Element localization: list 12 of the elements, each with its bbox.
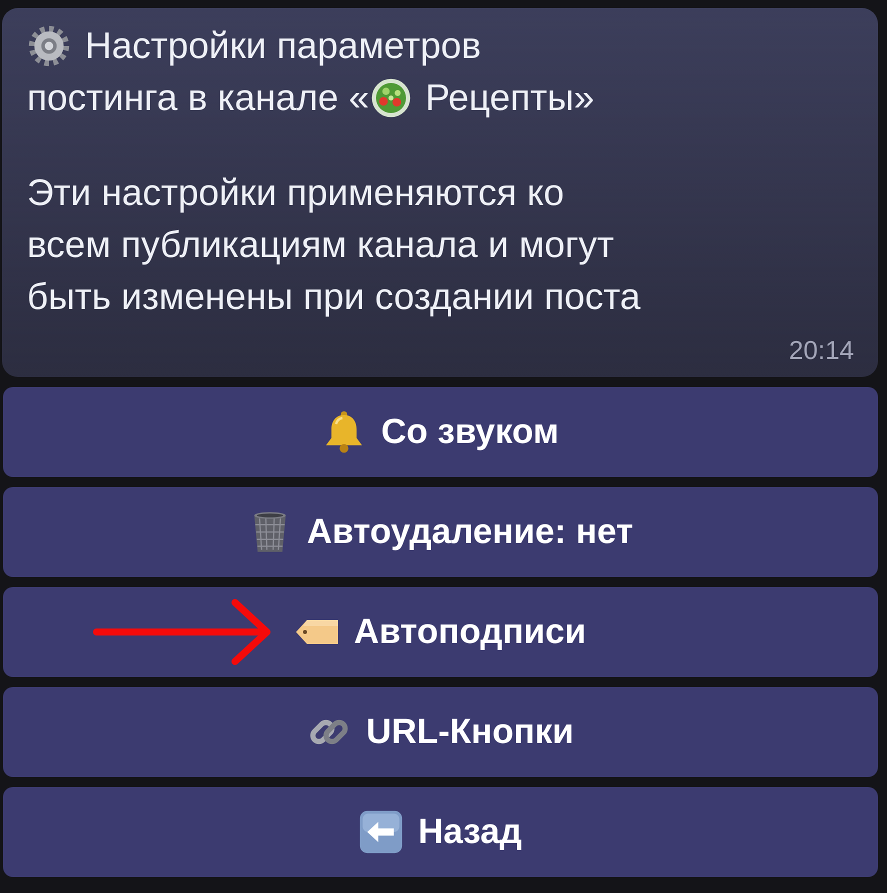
message-text: Эти настройки применяются ко всем публикациям канала и могут быть изменены при создании поста [27, 171, 642, 319]
keyboard-button[interactable]: URL-Кнопки [3, 687, 878, 777]
keyboard-button[interactable]: Назад [3, 787, 878, 877]
gear-icon [27, 24, 71, 68]
message-time: 20:14 [788, 335, 854, 365]
heading-text: постинга в канале « [27, 77, 370, 119]
keyboard-button[interactable]: Автоподписи [3, 587, 878, 677]
heading-text: Настройки параметров [85, 25, 482, 67]
channel-name: Рецепты» [425, 77, 594, 119]
keyboard-button[interactable]: Автоудаление: нет [3, 487, 878, 577]
salad-icon [371, 78, 412, 118]
keyboard-button[interactable]: Со звуком [3, 387, 878, 477]
